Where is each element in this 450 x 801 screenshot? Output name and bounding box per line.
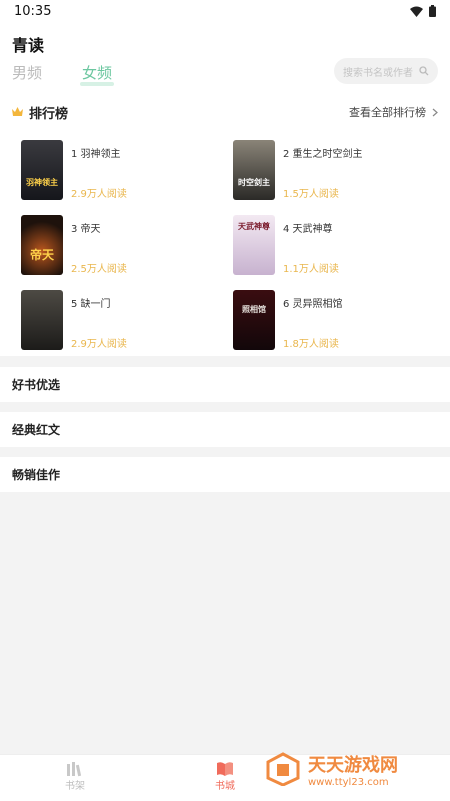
watermark-logo-icon xyxy=(266,752,300,786)
book-cover: 天武神尊 xyxy=(233,215,275,275)
cover-title: 帝天 xyxy=(29,248,54,262)
book-reads: 1.8万人阅读 xyxy=(283,339,339,350)
cover-title: 羽神领主 xyxy=(26,178,58,187)
search-icon xyxy=(419,66,429,76)
search-input[interactable]: 搜索书名或作者 xyxy=(334,58,438,84)
book-info: 3 帝天 2.5万人阅读 xyxy=(71,215,221,275)
book-reads: 1.1万人阅读 xyxy=(283,264,339,275)
nav-bookshelf[interactable]: 书架 xyxy=(55,761,95,792)
book-item[interactable]: 5 缺一门 2.9万人阅读 xyxy=(21,290,221,350)
section-bestsellers[interactable]: 畅销佳作 xyxy=(0,457,450,492)
section-title: 经典红文 xyxy=(12,423,61,437)
channel-tabs: 男频 女频 xyxy=(12,62,115,86)
battery-icon xyxy=(429,5,436,17)
book-cover: 时空剑主 xyxy=(233,140,275,200)
watermark-main: 天天游戏网 xyxy=(308,754,398,776)
section-title: 畅销佳作 xyxy=(12,468,61,482)
book-title: 1 羽神领主 xyxy=(71,149,121,160)
status-icons xyxy=(410,5,436,17)
cover-title: 时空剑主 xyxy=(238,178,270,187)
nav-label: 书城 xyxy=(215,781,235,792)
ranking-header: 排行榜 查看全部排行榜 xyxy=(12,102,438,122)
view-all-label: 查看全部排行榜 xyxy=(349,106,426,119)
book-title: 6 灵异照相馆 xyxy=(283,299,343,310)
book-info: 4 天武神尊 1.1万人阅读 xyxy=(283,215,433,275)
ranking-title: 排行榜 xyxy=(29,106,69,122)
tab-male[interactable]: 男频 xyxy=(12,62,42,83)
nav-label: 书架 xyxy=(65,781,85,792)
book-item[interactable]: 天武神尊 4 天武神尊 1.1万人阅读 xyxy=(233,215,433,275)
book-cover: 照相馆 xyxy=(233,290,275,350)
crown-icon xyxy=(12,107,23,116)
cover-title: 天武神尊 xyxy=(238,222,270,231)
book-title: 4 天武神尊 xyxy=(283,224,333,235)
book-info: 6 灵异照相馆 1.8万人阅读 xyxy=(283,290,433,350)
cover-title: 照相馆 xyxy=(242,305,266,314)
section-title: 好书优选 xyxy=(12,378,61,392)
book-item[interactable]: 时空剑主 2 重生之时空剑主 1.5万人阅读 xyxy=(233,140,433,200)
book-cover: 羽神领主 xyxy=(21,140,63,200)
book-reads: 2.5万人阅读 xyxy=(71,264,127,275)
app-header: 青读 男频 女频 搜索书名或作者 xyxy=(0,22,450,94)
view-all-rankings-link[interactable]: 查看全部排行榜 xyxy=(349,104,438,120)
book-cover xyxy=(21,290,63,350)
book-title: 5 缺一门 xyxy=(71,299,111,310)
app-title: 青读 xyxy=(12,36,45,55)
book-info: 5 缺一门 2.9万人阅读 xyxy=(71,290,221,350)
book-item[interactable]: 帝天 3 帝天 2.5万人阅读 xyxy=(21,215,221,275)
watermark: 天天游戏网 www.ttyl23.com xyxy=(250,738,450,800)
tab-female[interactable]: 女频 xyxy=(80,62,115,86)
book-reads: 2.9万人阅读 xyxy=(71,339,127,350)
book-item[interactable]: 羽神领主 1 羽神领主 2.9万人阅读 xyxy=(21,140,221,200)
book-info: 2 重生之时空剑主 1.5万人阅读 xyxy=(283,140,433,200)
ranking-section: 排行榜 查看全部排行榜 羽神领主 1 羽神领主 2.9万人阅读 时空剑主 2 重… xyxy=(0,94,450,356)
status-bar: 10:35 xyxy=(0,0,450,22)
bookshelf-icon xyxy=(67,762,82,777)
book-reads: 1.5万人阅读 xyxy=(283,189,339,200)
section-classic-red[interactable]: 经典红文 xyxy=(0,412,450,447)
section-good-books[interactable]: 好书优选 xyxy=(0,367,450,402)
book-cover: 帝天 xyxy=(21,215,63,275)
chevron-right-icon xyxy=(432,108,438,116)
wifi-icon xyxy=(410,6,423,17)
search-placeholder: 搜索书名或作者 xyxy=(343,67,413,79)
watermark-url: www.ttyl23.com xyxy=(308,776,389,788)
book-info: 1 羽神领主 2.9万人阅读 xyxy=(71,140,221,200)
ranking-title-group: 排行榜 xyxy=(12,103,68,122)
status-time: 10:35 xyxy=(14,3,52,19)
book-title: 3 帝天 xyxy=(71,224,101,235)
open-book-icon xyxy=(217,762,233,776)
book-reads: 2.9万人阅读 xyxy=(71,189,127,200)
watermark-text: 天天游戏网 www.ttyl23.com xyxy=(308,751,398,788)
book-title: 2 重生之时空剑主 xyxy=(283,149,363,160)
book-item[interactable]: 照相馆 6 灵异照相馆 1.8万人阅读 xyxy=(233,290,433,350)
nav-bookstore[interactable]: 书城 xyxy=(205,761,245,792)
